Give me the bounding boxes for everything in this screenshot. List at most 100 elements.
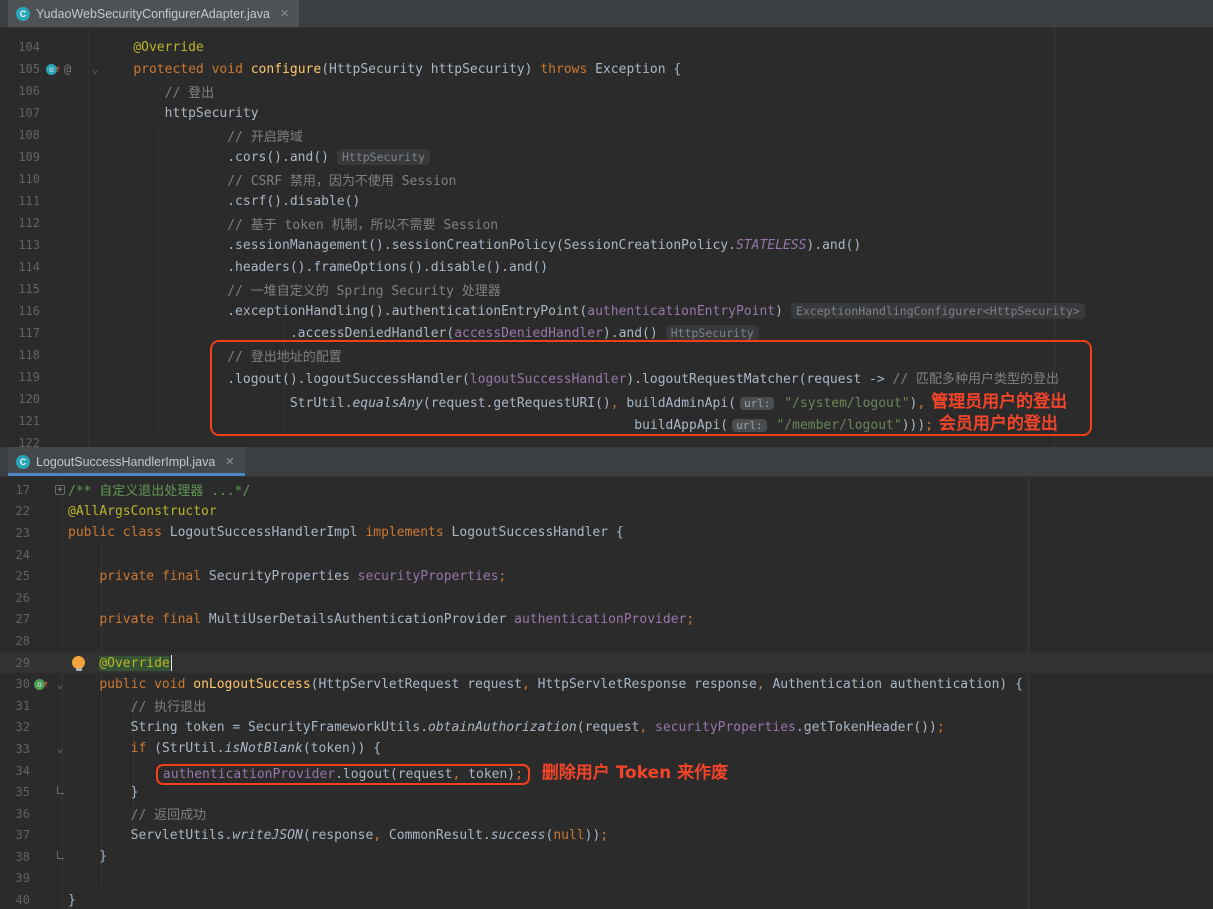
code-line[interactable]: 28 — [0, 630, 1213, 652]
code-token: .sessionManagement().sessionCreationPoli… — [102, 238, 736, 253]
line-number[interactable]: 24 — [0, 548, 30, 562]
intention-bulb-icon[interactable] — [72, 656, 85, 669]
line-number[interactable]: 117 — [0, 326, 40, 340]
code-token: void — [154, 677, 185, 692]
line-number[interactable]: 35 — [0, 785, 30, 799]
implements-method-icon[interactable]: o↑ — [34, 679, 49, 690]
line-number[interactable]: 38 — [0, 850, 30, 864]
line-number[interactable]: 106 — [0, 84, 40, 98]
line-number[interactable]: 115 — [0, 282, 40, 296]
line-number[interactable]: 33 — [0, 742, 30, 756]
fold-expand-icon[interactable]: + — [55, 485, 65, 495]
line-number[interactable]: 107 — [0, 106, 40, 120]
code-line[interactable]: 30o↑⌄ public void onLogoutSuccess(HttpSe… — [0, 673, 1213, 695]
overrides-method-icon[interactable]: o↑ — [46, 64, 61, 75]
code-line[interactable]: 26 — [0, 587, 1213, 609]
ide-window: C YudaoWebSecurityConfigurerAdapter.java… — [0, 0, 1213, 909]
line-number[interactable]: 113 — [0, 238, 40, 252]
line-number[interactable]: 26 — [0, 591, 30, 605]
code-line[interactable]: 35 } — [0, 781, 1213, 803]
code-line[interactable]: 29 @Override — [0, 652, 1213, 674]
line-number[interactable]: 28 — [0, 634, 30, 648]
line-number[interactable]: 110 — [0, 172, 40, 186]
line-number[interactable]: 104 — [0, 40, 40, 54]
line-number[interactable]: 25 — [0, 569, 30, 583]
code-token: private — [99, 569, 154, 584]
line-number[interactable]: 34 — [0, 764, 30, 778]
line-number[interactable]: 112 — [0, 216, 40, 230]
code-token — [68, 808, 131, 823]
code-line[interactable]: 40} — [0, 889, 1213, 909]
line-number[interactable]: 37 — [0, 828, 30, 842]
code-line[interactable]: 110 // CSRF 禁用，因为不使用 Session — [0, 168, 1213, 190]
line-number[interactable]: 111 — [0, 194, 40, 208]
line-number[interactable]: 30 — [0, 677, 30, 691]
line-number[interactable]: 23 — [0, 526, 30, 540]
fold-chevron-icon[interactable]: ⌄ — [57, 742, 64, 755]
code-line[interactable]: 31 // 执行退出 — [0, 695, 1213, 717]
line-number[interactable]: 118 — [0, 348, 40, 362]
code-line[interactable]: 116 .exceptionHandling().authenticationE… — [0, 300, 1213, 322]
fold-gutter: ⌄ — [88, 63, 102, 76]
code-line[interactable]: 112 // 基于 token 机制，所以不需要 Session — [0, 212, 1213, 234]
line-number[interactable]: 40 — [0, 893, 30, 907]
line-number[interactable]: 22 — [0, 504, 30, 518]
line-number[interactable]: 27 — [0, 612, 30, 626]
line-number[interactable]: 114 — [0, 260, 40, 274]
line-number[interactable]: 119 — [0, 370, 40, 384]
code-line[interactable]: 104 @Override — [0, 36, 1213, 58]
code-line[interactable]: 27 private final MultiUserDetailsAuthent… — [0, 609, 1213, 631]
code-line[interactable]: 36 // 返回成功 — [0, 803, 1213, 825]
line-number[interactable]: 109 — [0, 150, 40, 164]
code-token: authenticationProvider — [514, 612, 686, 627]
line-number[interactable]: 32 — [0, 720, 30, 734]
code-line[interactable]: 115 // 一堆自定义的 Spring Security 处理器 — [0, 278, 1213, 300]
code-line[interactable]: 38 } — [0, 846, 1213, 868]
line-number[interactable]: 121 — [0, 414, 40, 428]
code-line[interactable]: 23public class LogoutSuccessHandlerImpl … — [0, 522, 1213, 544]
code-line[interactable]: 34 authenticationProvider.logout(request… — [0, 760, 1213, 782]
fold-end-icon[interactable] — [57, 786, 64, 794]
code-line[interactable]: 25 private final SecurityProperties secu… — [0, 565, 1213, 587]
code-line[interactable]: 33⌄ if (StrUtil.isNotBlank(token)) { — [0, 738, 1213, 760]
code-line[interactable]: 37 ServletUtils.writeJSON(response, Comm… — [0, 825, 1213, 847]
code-line[interactable]: 105o↑@⌄ protected void configure(HttpSec… — [0, 58, 1213, 80]
code-line[interactable]: 24 — [0, 544, 1213, 566]
line-number[interactable]: 116 — [0, 304, 40, 318]
line-number[interactable]: 36 — [0, 807, 30, 821]
code-line[interactable]: 111 .csrf().disable() — [0, 190, 1213, 212]
code-line[interactable]: 108 // 开启跨域 — [0, 124, 1213, 146]
fold-chevron-icon[interactable]: ⌄ — [57, 678, 64, 691]
code-text: } — [68, 785, 138, 800]
close-icon[interactable]: ✕ — [225, 455, 234, 468]
code-line[interactable]: 17+/** 自定义退出处理器 ...*/ — [0, 479, 1213, 501]
code-token — [68, 569, 99, 584]
fold-end-icon[interactable] — [57, 851, 64, 859]
tab-logout-success-handler-impl[interactable]: C LogoutSuccessHandlerImpl.java ✕ — [8, 447, 245, 476]
line-number[interactable]: 31 — [0, 699, 30, 713]
code-line[interactable]: 113 .sessionManagement().sessionCreation… — [0, 234, 1213, 256]
line-number[interactable]: 29 — [0, 656, 30, 670]
annotation-gutter-icon[interactable]: @ — [64, 62, 71, 76]
fold-chevron-icon[interactable]: ⌄ — [92, 63, 99, 76]
line-number[interactable]: 122 — [0, 436, 40, 447]
editor-pane-bottom[interactable]: 17+/** 自定义退出处理器 ...*/22@AllArgsConstruct… — [0, 477, 1213, 909]
line-number[interactable]: 39 — [0, 871, 30, 885]
line-number[interactable]: 17 — [0, 483, 30, 497]
close-icon[interactable]: ✕ — [280, 7, 289, 20]
code-line[interactable]: 114 .headers().frameOptions().disable().… — [0, 256, 1213, 278]
editor-pane-top[interactable]: 104 @Override105o↑@⌄ protected void conf… — [0, 28, 1213, 447]
code-token — [102, 218, 227, 233]
line-number[interactable]: 105 — [0, 62, 40, 76]
line-number[interactable]: 108 — [0, 128, 40, 142]
code-line[interactable]: 22@AllArgsConstructor — [0, 501, 1213, 523]
code-line[interactable]: 32 String token = SecurityFrameworkUtils… — [0, 717, 1213, 739]
code-line[interactable]: 107 httpSecurity — [0, 102, 1213, 124]
tab-yudao-web-security-configurer-adapter[interactable]: C YudaoWebSecurityConfigurerAdapter.java… — [8, 0, 299, 27]
type-hint-inlay: ExceptionHandlingConfigurer<HttpSecurity… — [791, 303, 1085, 319]
code-line[interactable]: 109 .cors().and()HttpSecurity — [0, 146, 1213, 168]
code-line[interactable]: 106 // 登出 — [0, 80, 1213, 102]
code-line[interactable]: 39 — [0, 868, 1213, 890]
line-number[interactable]: 120 — [0, 392, 40, 406]
code-token: )) — [585, 828, 601, 843]
